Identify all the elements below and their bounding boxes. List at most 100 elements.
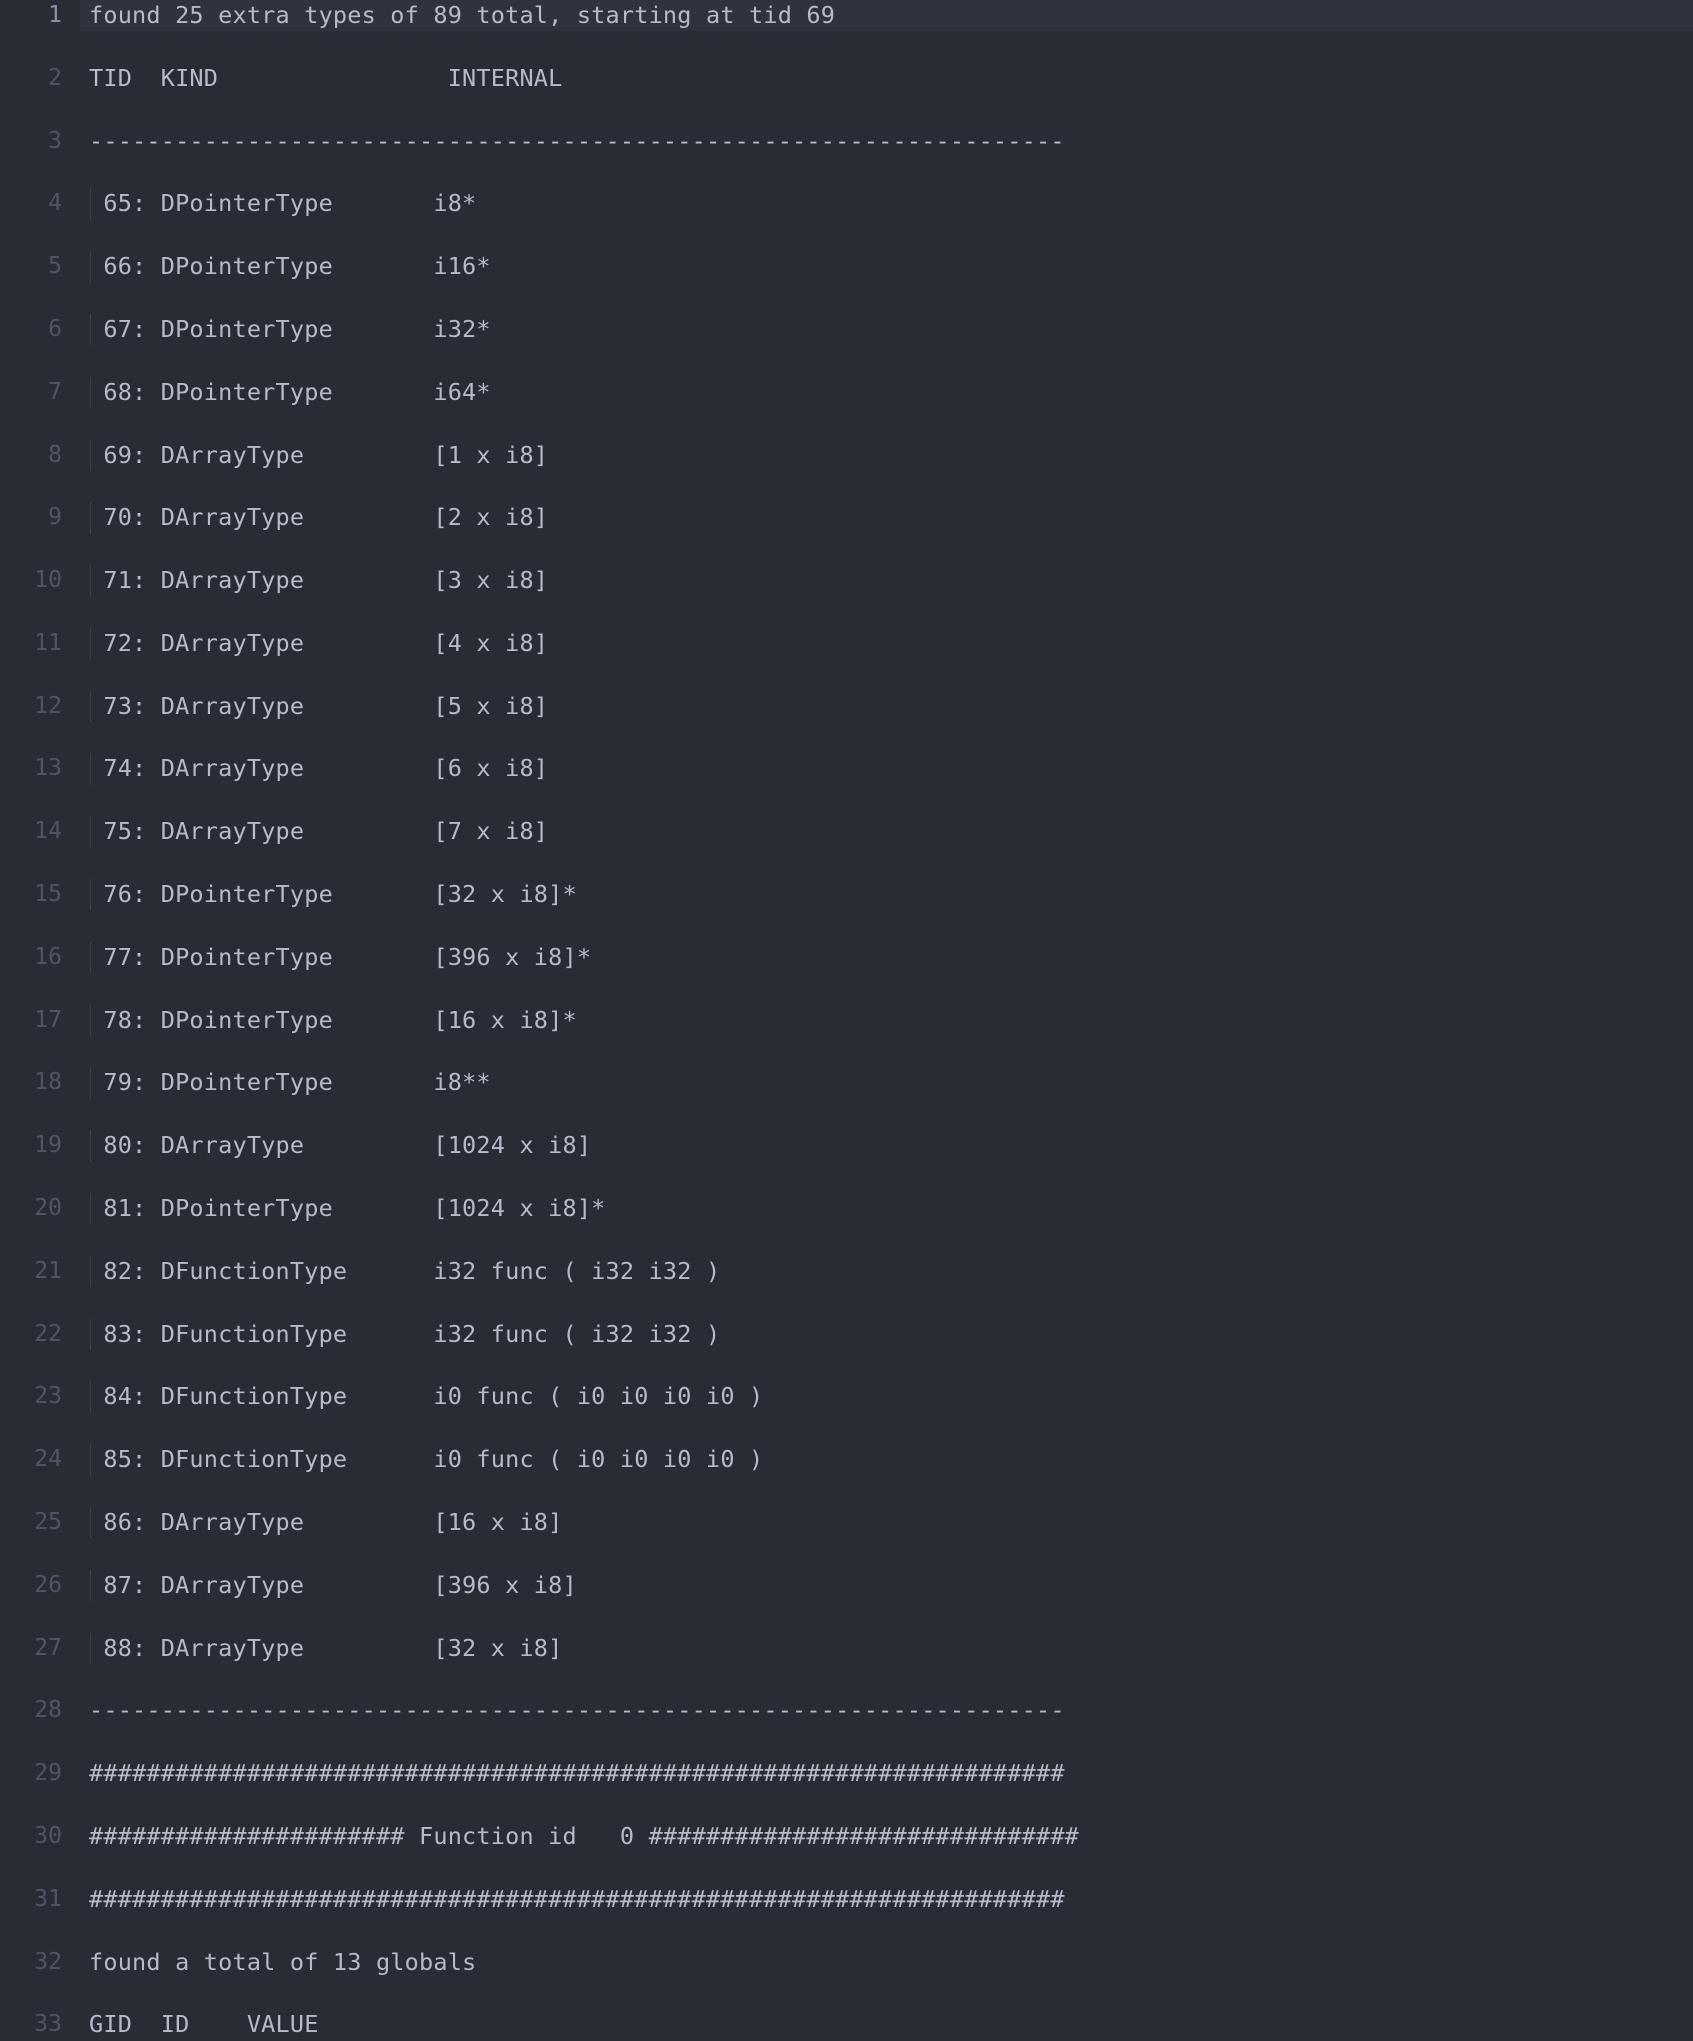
- line-content: ----------------------------------------…: [89, 126, 1065, 155]
- line-number: 15: [34, 881, 62, 908]
- editor-line[interactable]: 33 GID ID VALUE: [0, 2009, 1693, 2040]
- editor-line[interactable]: 25 86: DArrayType [16 x i8]: [0, 1506, 1693, 1539]
- line-content: 70: DArrayType [2 x i8]: [89, 503, 549, 532]
- line-number: 17: [34, 1006, 62, 1033]
- line-number: 11: [34, 629, 62, 656]
- line-number: 9: [48, 504, 62, 531]
- editor-line[interactable]: 28 --------------------------------------…: [0, 1695, 1693, 1726]
- editor-line[interactable]: 14 75: DArrayType [7 x i8]: [0, 816, 1693, 848]
- line-number: 31: [34, 1885, 62, 1912]
- editor-line[interactable]: 1 found 25 extra types of 89 total, start…: [0, 0, 1693, 32]
- line-number: 1: [48, 2, 62, 28]
- line-content: 65: DPointerType i8*: [89, 189, 477, 218]
- editor-line[interactable]: 32 found a total of 13 globals: [0, 1947, 1693, 1978]
- line-content: 81: DPointerType [1024 x i8]*: [89, 1194, 606, 1223]
- editor-line[interactable]: 24 85: DFunctionType i0 func ( i0 i0 i0 …: [0, 1444, 1693, 1476]
- editor-line[interactable]: 20 81: DPointerType [1024 x i8]*: [0, 1193, 1693, 1225]
- line-number: 28: [34, 1697, 62, 1724]
- line-number: 3: [48, 127, 62, 154]
- line-number: 32: [34, 1948, 62, 1975]
- editor-line[interactable]: 22 83: DFunctionType i32 func ( i32 i32 …: [0, 1318, 1693, 1350]
- line-content: 86: DArrayType [16 x i8]: [89, 1507, 563, 1536]
- line-number: 20: [34, 1195, 62, 1222]
- editor-line[interactable]: 5 66: DPointerType i16*: [0, 251, 1693, 283]
- editor-line[interactable]: 7 68: DPointerType i64*: [0, 376, 1693, 409]
- line-number: 26: [34, 1571, 62, 1598]
- line-number: 10: [34, 567, 62, 594]
- line-content: 87: DArrayType [396 x i8]: [89, 1570, 577, 1599]
- line-content: 76: DPointerType [32 x i8]*: [89, 880, 577, 909]
- editor-line[interactable]: 8 69: DArrayType [1 x i8]: [0, 439, 1693, 471]
- line-content: ###################### Function id 0 ###…: [89, 1821, 1080, 1850]
- editor-line[interactable]: 4 65: DPointerType i8*: [0, 188, 1693, 220]
- editor-line[interactable]: 27 88: DArrayType [32 x i8]: [0, 1632, 1693, 1664]
- editor-line[interactable]: 12 73: DArrayType [5 x i8]: [0, 690, 1693, 723]
- line-number: 33: [34, 2011, 62, 2038]
- editor-line[interactable]: 26 87: DArrayType [396 x i8]: [0, 1569, 1693, 1602]
- line-content: 77: DPointerType [396 x i8]*: [89, 942, 592, 971]
- line-number: 22: [34, 1320, 62, 1347]
- line-content: found a total of 13 globals: [89, 1947, 477, 1976]
- editor-line[interactable]: 21 82: DFunctionType i32 func ( i32 i32 …: [0, 1255, 1693, 1288]
- line-content: 73: DArrayType [5 x i8]: [89, 691, 549, 720]
- line-number: 19: [34, 1132, 62, 1159]
- editor-line[interactable]: 17 78: DPointerType [16 x i8]*: [0, 1004, 1693, 1037]
- line-number: 29: [34, 1760, 62, 1787]
- line-number: 25: [34, 1508, 62, 1535]
- line-content: 84: DFunctionType i0 func ( i0 i0 i0 i0 …: [89, 1382, 764, 1411]
- editor-line[interactable]: 19 80: DArrayType [1024 x i8]: [0, 1130, 1693, 1162]
- line-content: ########################################…: [89, 1759, 1065, 1788]
- editor-line[interactable]: 15 76: DPointerType [32 x i8]*: [0, 879, 1693, 911]
- code-editor[interactable]: 1 found 25 extra types of 89 total, start…: [0, 0, 1693, 2038]
- line-number: 23: [34, 1383, 62, 1410]
- line-content: 66: DPointerType i16*: [89, 252, 491, 281]
- editor-line[interactable]: 16 77: DPointerType [396 x i8]*: [0, 941, 1693, 974]
- line-content: 79: DPointerType i8**: [89, 1068, 491, 1097]
- editor-line[interactable]: 23 84: DFunctionType i0 func ( i0 i0 i0 …: [0, 1381, 1693, 1413]
- editor-line[interactable]: 3 ---------------------------------------…: [0, 126, 1693, 157]
- line-content: 83: DFunctionType i32 func ( i32 i32 ): [89, 1319, 721, 1348]
- line-content: TID KIND INTERNAL: [89, 63, 563, 92]
- editor-line[interactable]: 29 ######################################…: [0, 1758, 1693, 1789]
- line-number: 6: [48, 315, 62, 342]
- line-content: 88: DArrayType [32 x i8]: [89, 1633, 563, 1662]
- editor-line[interactable]: 2 TID KIND INTERNAL: [0, 63, 1693, 94]
- line-content: 75: DArrayType [7 x i8]: [89, 817, 549, 846]
- line-number: 7: [48, 378, 62, 405]
- line-number: 27: [34, 1634, 62, 1661]
- line-number: 12: [34, 692, 62, 719]
- editor-line[interactable]: 9 70: DArrayType [2 x i8]: [0, 502, 1693, 534]
- line-number: 18: [34, 1069, 62, 1096]
- line-number: 24: [34, 1446, 62, 1473]
- line-content: 68: DPointerType i64*: [89, 377, 491, 406]
- line-number: 2: [48, 64, 62, 91]
- line-content: 72: DArrayType [4 x i8]: [89, 628, 549, 657]
- line-number: 30: [34, 1822, 62, 1849]
- line-number: 21: [34, 1257, 62, 1284]
- line-content: 74: DArrayType [6 x i8]: [89, 754, 549, 783]
- line-content: 71: DArrayType [3 x i8]: [89, 566, 549, 595]
- line-content: 85: DFunctionType i0 func ( i0 i0 i0 i0 …: [89, 1445, 764, 1474]
- line-content: 78: DPointerType [16 x i8]*: [89, 1005, 577, 1034]
- line-content: 82: DFunctionType i32 func ( i32 i32 ): [89, 1256, 721, 1285]
- line-number: 5: [48, 253, 62, 280]
- line-content: 69: DArrayType [1 x i8]: [89, 440, 549, 469]
- line-content: GID ID VALUE: [89, 2010, 319, 2039]
- line-number: 16: [34, 943, 62, 970]
- editor-line[interactable]: 18 79: DPointerType i8**: [0, 1067, 1693, 1099]
- editor-line[interactable]: 30 ###################### Function id 0 #…: [0, 1821, 1693, 1852]
- editor-line[interactable]: 6 67: DPointerType i32*: [0, 313, 1693, 346]
- line-number: 14: [34, 818, 62, 845]
- line-content: 80: DArrayType [1024 x i8]: [89, 1131, 592, 1160]
- line-number: 8: [48, 441, 62, 468]
- line-number: 4: [48, 190, 62, 217]
- line-content: found 25 extra types of 89 total, starti…: [89, 1, 836, 29]
- editor-line[interactable]: 10 71: DArrayType [3 x i8]: [0, 565, 1693, 597]
- editor-line[interactable]: 11 72: DArrayType [4 x i8]: [0, 627, 1693, 660]
- line-content: ----------------------------------------…: [89, 1696, 1065, 1725]
- editor-line[interactable]: 31 ######################################…: [0, 1884, 1693, 1915]
- line-content: 67: DPointerType i32*: [89, 314, 491, 343]
- line-number: 13: [34, 755, 62, 782]
- line-content: ########################################…: [89, 1884, 1065, 1913]
- editor-line[interactable]: 13 74: DArrayType [6 x i8]: [0, 753, 1693, 785]
